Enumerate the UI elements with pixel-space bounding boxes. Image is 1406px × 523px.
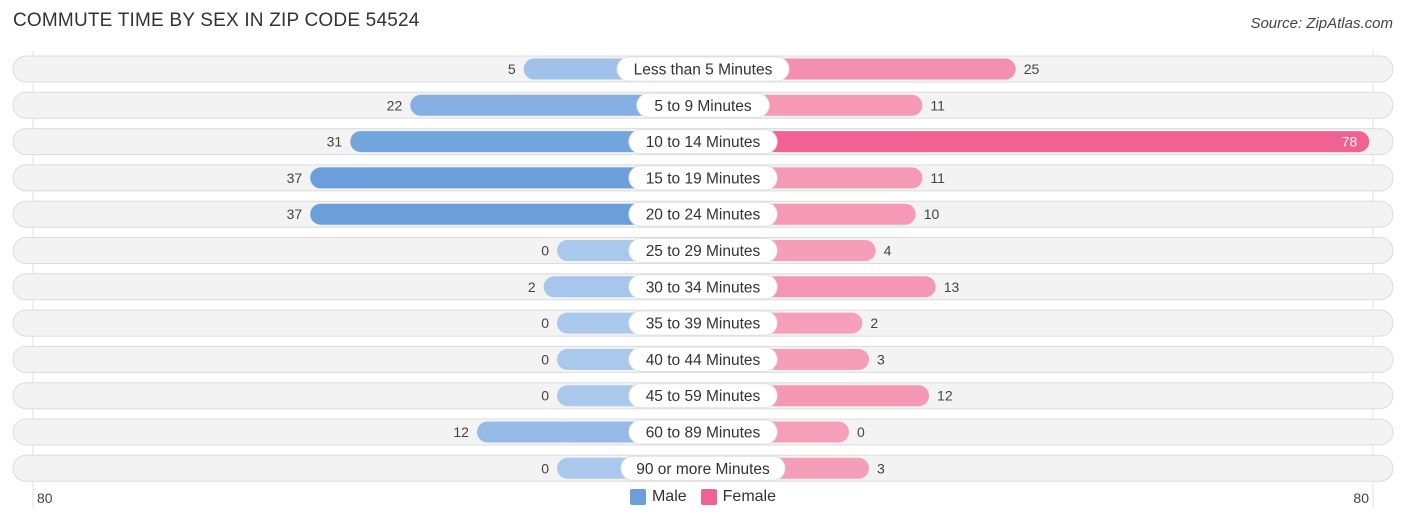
category-label: 15 to 19 Minutes (646, 170, 761, 187)
legend-swatch-male (629, 489, 646, 505)
value-label-male: 0 (541, 460, 549, 476)
value-label-female: 25 (1024, 61, 1040, 77)
legend-item-female[interactable]: Female (700, 488, 777, 506)
legend-label-female: Female (722, 488, 777, 505)
value-label-female: 12 (937, 388, 953, 404)
value-label-male: 12 (453, 424, 469, 440)
value-label-female: 78 (1342, 134, 1358, 150)
value-label-female: 11 (930, 97, 945, 113)
category-label: 60 to 89 Minutes (646, 425, 761, 442)
value-label-female: 3 (877, 351, 885, 367)
value-label-female: 4 (884, 243, 892, 259)
category-label: 25 to 29 Minutes (646, 243, 761, 260)
value-label-female: 11 (930, 170, 945, 186)
value-label-male: 2 (528, 279, 536, 295)
value-label-male: 37 (287, 170, 303, 186)
legend-label-male: Male (651, 488, 687, 505)
value-label-female: 10 (924, 206, 940, 222)
category-label: 45 to 59 Minutes (646, 388, 761, 405)
value-label-male: 0 (541, 351, 549, 367)
value-label-female: 3 (877, 460, 885, 476)
value-label-male: 37 (287, 206, 303, 222)
category-label: 40 to 44 Minutes (646, 352, 761, 369)
value-label-male: 0 (541, 243, 549, 259)
value-label-male: 31 (327, 134, 343, 150)
legend-swatch-female (700, 489, 717, 505)
chart-svg: 5 25Less than 5 Minutes22 115 to 9 Minutes… (12, 50, 1394, 508)
legend-item-male[interactable]: Male (629, 488, 687, 506)
value-label-female: 0 (857, 424, 865, 440)
category-label: 20 to 24 Minutes (646, 207, 761, 224)
category-label: 5 to 9 Minutes (654, 98, 752, 115)
category-label: 10 to 14 Minutes (646, 134, 761, 151)
category-label: 35 to 39 Minutes (646, 316, 761, 333)
value-label-female: 2 (870, 315, 878, 331)
value-label-male: 5 (508, 61, 516, 77)
value-label-male: 22 (387, 97, 403, 113)
category-label: 30 to 34 Minutes (646, 279, 761, 296)
value-label-male: 0 (541, 315, 549, 331)
value-label-female: 13 (944, 279, 960, 295)
value-label-male: 0 (541, 388, 549, 404)
category-label: 90 or more Minutes (636, 461, 770, 478)
legend: Male Female (0, 488, 1406, 506)
category-label: Less than 5 Minutes (634, 62, 773, 79)
bar-female (703, 131, 1370, 153)
